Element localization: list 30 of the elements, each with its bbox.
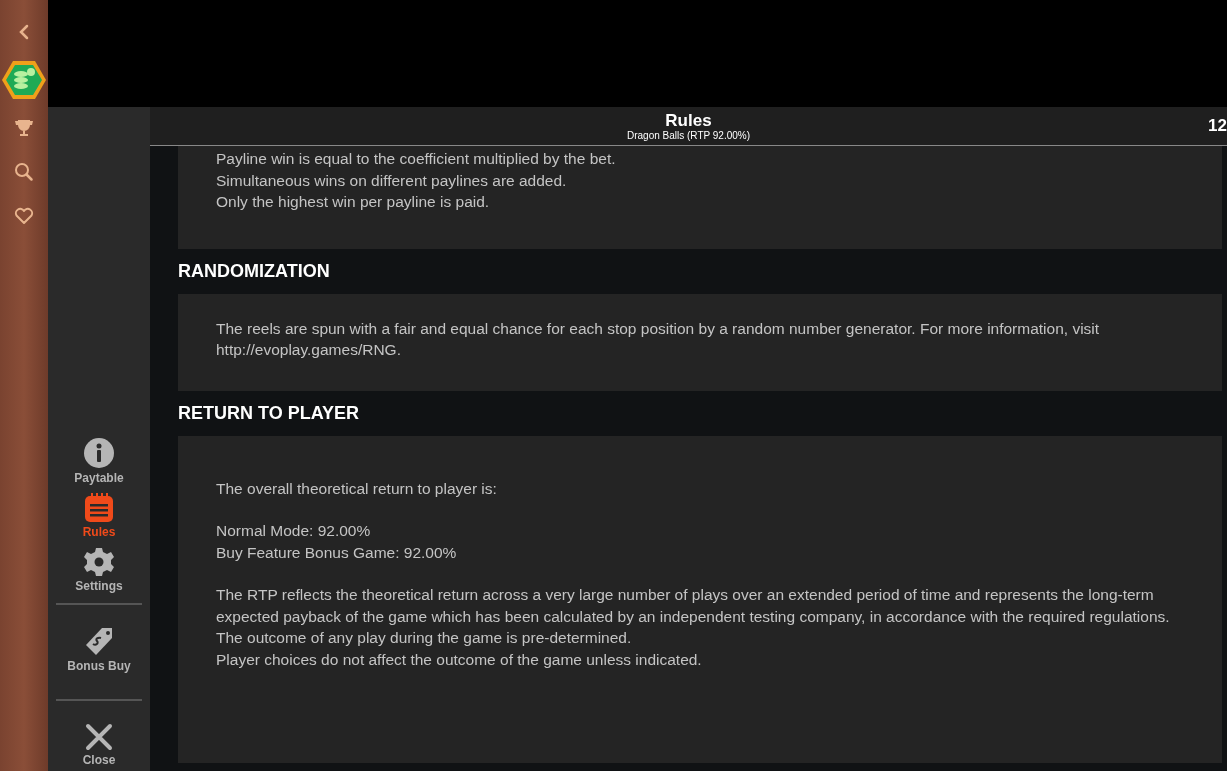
gear-icon: [84, 547, 114, 577]
rule-text: The RTP reflects the theoretical return across a very large number of plays over an extended period of time and represents the long-term expected payback of the game which has been calculated by an independent testing company, in accordance with the required regulations.: [216, 585, 1171, 627]
rule-text: Payline win is equal to the coefficient multiplied by the bet.: [216, 149, 617, 169]
menu-item[interactable]: Paytable: [56, 433, 142, 489]
coins-icon: [1, 59, 47, 101]
rule-text: Normal Mode: 92.00%: [216, 521, 372, 541]
rule-text: The outcome of any play during the game is pre-determined.: [216, 628, 633, 648]
back-icon: [19, 24, 29, 40]
game-subtitle: Dragon Balls (RTP 92.00%): [627, 129, 750, 142]
info-icon: [83, 437, 115, 469]
menu-item[interactable]: Rules: [56, 489, 142, 543]
rule-text: The reels are spun with a fair and equal chance for each stop position by a random number generator. For more information, visit http://evoplay.games/RNG.: [216, 318, 1101, 360]
close-icon: [85, 723, 113, 751]
rule-text: Simultaneous wins on different paylines are added.: [216, 170, 568, 191]
trophy-icon: [14, 118, 34, 138]
clock: 12: [1208, 116, 1227, 136]
rule-text: Only the highest win per payline is paid.: [216, 192, 491, 212]
search-icon: [14, 162, 34, 182]
rule-text: Player choices do not affect the outcome of the game unless indicated.: [216, 649, 703, 670]
section-heading: RETURN TO PLAYER: [178, 401, 361, 425]
menu-item[interactable]: Bonus Buy: [56, 605, 142, 693]
rule-text: Buy Feature Bonus Game: 92.00%: [216, 542, 458, 563]
menu-item[interactable]: Close: [56, 701, 142, 771]
rule-text: The overall theoretical return to player is:: [216, 478, 498, 499]
price-tag-icon: [84, 627, 114, 657]
heart-icon: [14, 207, 34, 225]
page-title: Rules: [665, 110, 712, 130]
menu-item[interactable]: Settings: [56, 543, 142, 597]
section-heading: RANDOMIZATION: [178, 259, 331, 283]
notepad-icon: [84, 493, 114, 523]
